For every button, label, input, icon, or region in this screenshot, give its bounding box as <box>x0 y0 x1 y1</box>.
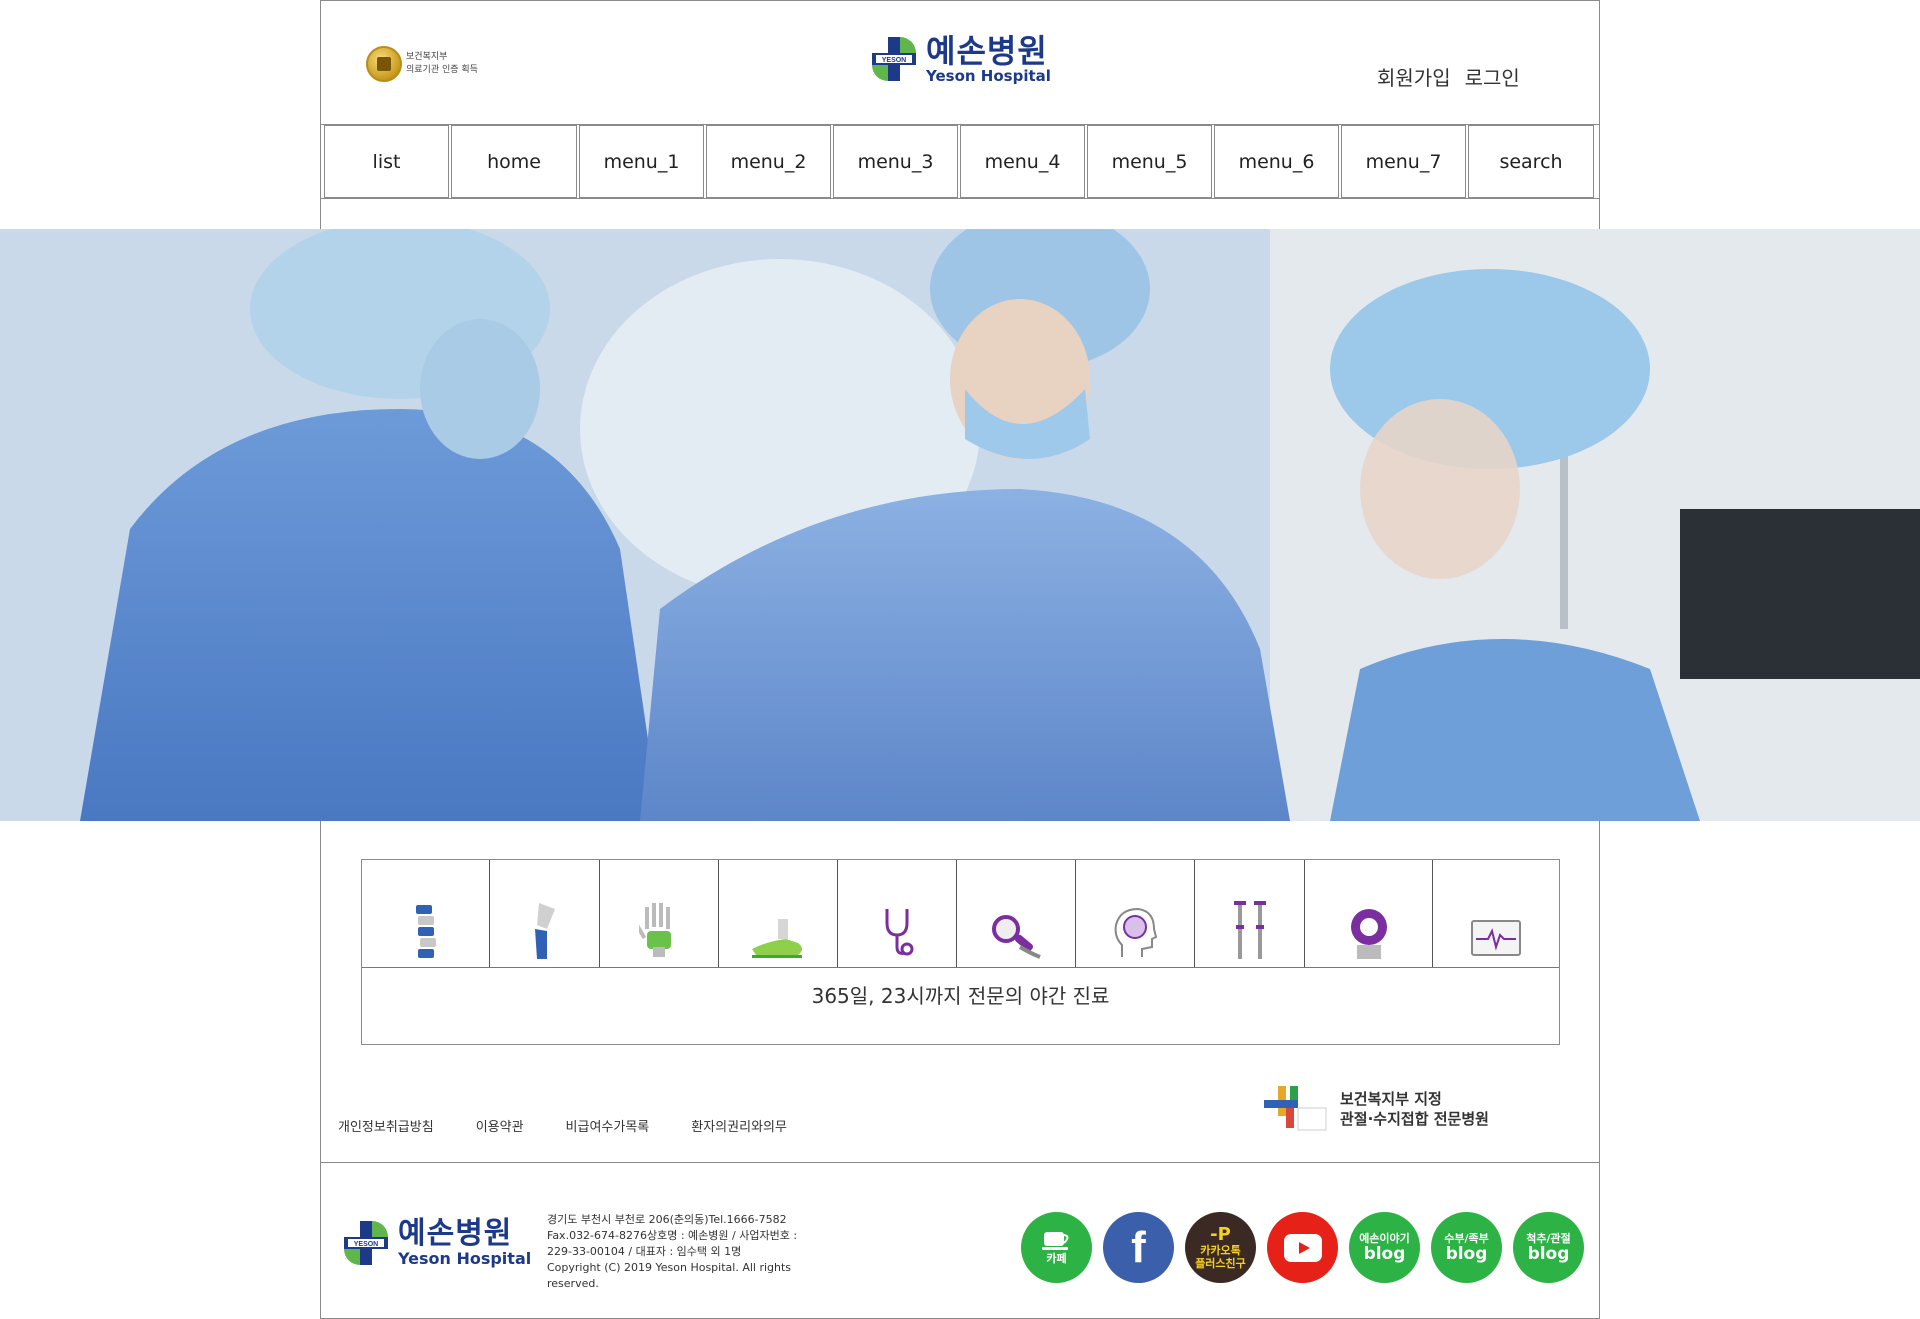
logo-badge-text: YESON <box>882 57 907 64</box>
signup-link[interactable]: 회원가입 <box>1377 62 1451 91</box>
business-number-line: 229-33-00104 / 대표자 : 임수택 외 1명 <box>547 1245 742 1258</box>
specialty-hospital-badge: 보건복지부 지정 관절·수지접합 전문병원 <box>1264 1086 1489 1132</box>
cafe-button[interactable]: 카페 <box>1021 1212 1092 1283</box>
nav-menu-7[interactable]: menu_7 <box>1341 125 1466 198</box>
fax-line: Fax.032-674-8276상호명 : 예손병원 / 사업자번호 : <box>547 1229 798 1242</box>
service-foot[interactable] <box>719 860 838 967</box>
spec-line2: 관절·수지접합 전문병원 <box>1340 1110 1489 1128</box>
logo-english: Yeson Hospital <box>926 67 1051 85</box>
service-icon-row <box>362 860 1559 967</box>
patient-rights-link[interactable]: 환자의권리와의무 <box>691 1116 787 1135</box>
blog-hand-button[interactable]: 수부/족부 blog <box>1431 1212 1502 1283</box>
kakao-plus-button[interactable]: -P 카카오톡 플러스친구 <box>1185 1212 1256 1283</box>
blog-spine-line1: 척추/관절 <box>1526 1231 1571 1245</box>
service-brain[interactable] <box>1076 860 1195 967</box>
cafe-label: 카페 <box>1046 1252 1067 1265</box>
blog-hand-line2: blog <box>1445 1243 1488 1264</box>
nav-divider-bottom <box>320 198 1600 199</box>
youtube-button[interactable] <box>1267 1212 1338 1283</box>
spec-line1: 보건복지부 지정 <box>1340 1090 1442 1108</box>
nav-menu-1[interactable]: menu_1 <box>579 125 704 198</box>
site-logo[interactable]: YESON 예손병원 Yeson Hospital <box>870 34 1051 84</box>
service-magnifier[interactable] <box>957 860 1076 967</box>
service-monitor[interactable] <box>1433 860 1559 967</box>
nav-menu-6[interactable]: menu_6 <box>1214 125 1339 198</box>
blog-story-line1: 예손이야기 <box>1359 1231 1410 1245</box>
address-line: 경기도 부천시 부천로 206(춘의동)Tel.1666-7582 <box>547 1213 787 1226</box>
footer-logo[interactable]: YESON 예손병원 Yeson Hospital <box>342 1218 531 1268</box>
monitor-icon <box>1471 920 1521 956</box>
crutches-icon <box>1233 901 1266 959</box>
service-stethoscope[interactable] <box>838 860 957 967</box>
main-nav: list home menu_1 menu_2 menu_3 menu_4 me… <box>324 125 1596 198</box>
night-clinic-text: 365일, 23시까지 전문의 야간 진료 <box>811 984 1110 1008</box>
blog-story-line2: blog <box>1363 1243 1406 1264</box>
blog-spine-line2: blog <box>1527 1243 1570 1264</box>
terms-link[interactable]: 이용약관 <box>476 1116 524 1135</box>
copyright-line: Copyright (C) 2019 Yeson Hospital. All r… <box>547 1261 792 1290</box>
blog-spine-button[interactable]: 척추/관절 blog <box>1513 1212 1584 1283</box>
blog-hand-line1: 수부/족부 <box>1444 1231 1489 1245</box>
footer-logo-badge-text: YESON <box>354 1241 379 1248</box>
blog-story-button[interactable]: 예손이야기 blog <box>1349 1212 1420 1283</box>
cert-line1: 보건복지부 <box>406 52 448 62</box>
coffee-cup-icon <box>1041 1232 1068 1250</box>
kakao-p-icon: -P <box>1210 1223 1231 1245</box>
nav-menu-3[interactable]: menu_3 <box>833 125 958 198</box>
nav-list[interactable]: list <box>324 125 449 198</box>
nav-menu-2[interactable]: menu_2 <box>706 125 831 198</box>
cert-line2: 의료기관 인증 획득 <box>406 65 478 75</box>
footer-logo-english: Yeson Hospital <box>398 1249 532 1268</box>
services-divider <box>362 967 1559 968</box>
mri-icon <box>1350 909 1387 959</box>
logo-cross-icon: YESON <box>872 37 916 81</box>
hero-illustration <box>0 229 1920 821</box>
footer-logo-cross-icon: YESON <box>344 1221 388 1265</box>
knee-icon <box>534 903 555 959</box>
magnifier-icon <box>992 915 1041 959</box>
kakao-line2: 플러스친구 <box>1195 1256 1246 1270</box>
youtube-play-icon <box>1283 1233 1322 1262</box>
footer-divider <box>320 1162 1600 1163</box>
kakao-line1: 카카오톡 <box>1200 1243 1241 1257</box>
service-knee[interactable] <box>490 860 600 967</box>
non-covered-fees-link[interactable]: 비급여수가목록 <box>566 1116 650 1135</box>
hero-banner-image <box>0 229 1920 821</box>
foot-icon <box>752 919 802 958</box>
auth-links: 회원가입 로그인 <box>1377 62 1520 91</box>
nav-search[interactable]: search <box>1468 125 1594 198</box>
service-spine[interactable] <box>362 860 490 967</box>
stethoscope-icon <box>885 909 914 956</box>
footer-links: 개인정보취급방침 이용약관 비급여수가목록 환자의권리와의무 <box>338 1116 787 1135</box>
certification-badge: 보건복지부 의료기관 인증 획득 <box>366 46 478 82</box>
brain-icon <box>1114 907 1158 957</box>
service-mri[interactable] <box>1305 860 1433 967</box>
service-hand[interactable] <box>600 860 719 967</box>
seal-icon <box>366 46 402 82</box>
nav-home[interactable]: home <box>451 125 577 198</box>
logo-korean: 예손병원 <box>926 32 1048 70</box>
company-info: 경기도 부천시 부천로 206(춘의동)Tel.1666-7582 Fax.03… <box>547 1212 837 1292</box>
footer-logo-korean: 예손병원 <box>398 1216 513 1251</box>
facebook-icon: f <box>1131 1222 1146 1272</box>
facebook-button[interactable]: f <box>1103 1212 1174 1283</box>
services-panel: 365일, 23시까지 전문의 야간 진료 <box>361 859 1560 1045</box>
hand-icon <box>639 903 671 957</box>
nav-menu-4[interactable]: menu_4 <box>960 125 1085 198</box>
social-links: 카페 f -P 카카오톡 플러스친구 예손이야기 blog 수부/족부 blog… <box>1021 1212 1584 1283</box>
spine-icon <box>415 905 436 958</box>
privacy-policy-link[interactable]: 개인정보취급방침 <box>338 1116 434 1135</box>
login-link[interactable]: 로그인 <box>1465 62 1520 91</box>
nav-menu-5[interactable]: menu_5 <box>1087 125 1212 198</box>
service-crutches[interactable] <box>1195 860 1305 967</box>
specialty-mark-icon <box>1264 1086 1327 1131</box>
